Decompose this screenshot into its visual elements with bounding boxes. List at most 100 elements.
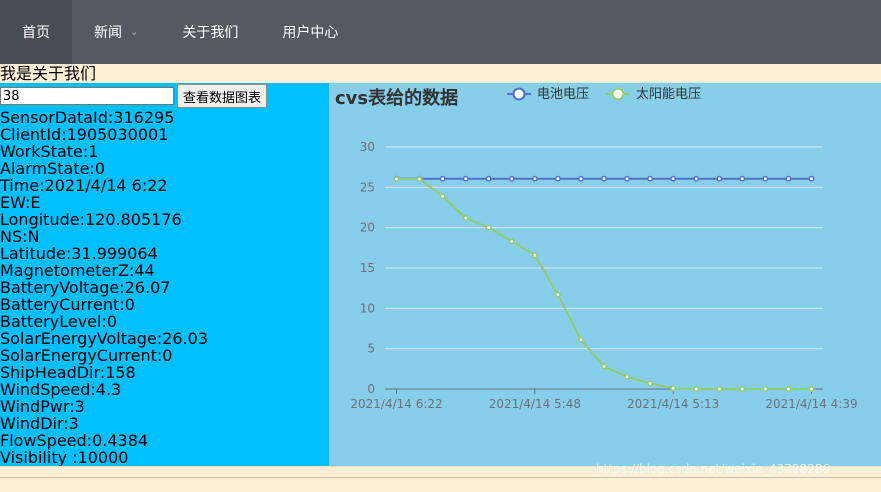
legend-marker: [611, 87, 625, 101]
series-0: [393, 175, 815, 182]
field-row: FlowSpeed:0.4384: [0, 431, 149, 450]
data-point[interactable]: [554, 291, 561, 298]
y-tick-label: 15: [360, 261, 375, 275]
y-tick-label: 10: [360, 301, 375, 315]
top-navbar: 首页 新闻 ⌄ 关于我们 用户中心: [0, 0, 881, 64]
y-tick-label: 30: [360, 140, 375, 154]
data-point[interactable]: [624, 175, 631, 182]
data-point[interactable]: [485, 175, 492, 182]
field-row: ClientId:1905030001: [0, 125, 169, 144]
data-point[interactable]: [716, 386, 723, 392]
data-point[interactable]: [762, 386, 769, 392]
nav-item-home[interactable]: 首页: [0, 0, 72, 64]
sensor-data-panel: 查看数据图表 SensorDataId:316295ClientId:19050…: [0, 83, 329, 466]
data-point[interactable]: [716, 175, 723, 182]
field-row: SolarEnergyVoltage:26.03: [0, 329, 208, 348]
data-point[interactable]: [485, 224, 492, 231]
query-input[interactable]: [0, 87, 174, 105]
x-tick-label: 2021/4/14 4:39: [765, 397, 857, 411]
legend-marker: [512, 87, 526, 101]
legend-layer: 电池电压 太阳能电压: [507, 87, 701, 102]
nav-item-label: 用户中心: [282, 25, 339, 41]
line-chart: 0 5 10 15 20 25 30 2021/4/14 6:22 2021/4/14 5:4…: [335, 87, 858, 411]
data-point[interactable]: [808, 175, 815, 182]
data-point[interactable]: [439, 193, 446, 200]
chart-title: cvs表给的数据: [335, 87, 458, 109]
about-text: 我是关于我们: [0, 64, 97, 83]
field-row: NS:N: [0, 227, 40, 246]
data-point[interactable]: [693, 175, 700, 182]
field-row: WindPwr:3: [0, 397, 85, 416]
series-line: [396, 178, 812, 390]
data-point[interactable]: [785, 175, 792, 182]
y-tick-label: 0: [367, 382, 375, 396]
data-point[interactable]: [739, 175, 746, 182]
field-row: WorkState:1: [0, 142, 99, 161]
data-point[interactable]: [508, 175, 515, 182]
nav-item-news[interactable]: 新闻 ⌄: [72, 0, 160, 64]
field-row: BatteryVoltage:26.07: [0, 278, 171, 297]
data-point[interactable]: [462, 215, 469, 221]
field-row: ShipHeadDir:158: [0, 363, 136, 382]
data-point[interactable]: [439, 175, 446, 182]
data-point[interactable]: [647, 175, 654, 182]
field-row: SolarEnergyCurrent:0: [0, 346, 173, 365]
series-1: [393, 176, 815, 392]
field-row: Latitude:31.999064: [0, 244, 158, 263]
data-point[interactable]: [531, 175, 538, 182]
field-row: MagnetometerZ:44: [0, 261, 155, 280]
nav-item-user-center[interactable]: 用户中心: [260, 0, 360, 64]
data-point[interactable]: [416, 176, 423, 182]
data-point[interactable]: [693, 386, 700, 392]
data-point[interactable]: [739, 386, 746, 392]
legend-item-1[interactable]: 太阳能电压: [606, 87, 701, 102]
axis-layer: 2021/4/14 6:22 2021/4/14 5:48 2021/4/14 5:…: [350, 388, 858, 411]
field-row: BatteryLevel:0: [0, 312, 118, 331]
data-point[interactable]: [808, 386, 815, 392]
field-row: BatteryCurrent:0: [0, 295, 135, 314]
data-point[interactable]: [601, 175, 607, 182]
data-point[interactable]: [531, 252, 538, 259]
view-chart-button[interactable]: 查看数据图表: [177, 84, 268, 108]
field-row: Longitude:120.805176: [0, 210, 182, 229]
nav-item-label: 新闻: [94, 25, 122, 41]
bottom-divider: [0, 477, 881, 478]
x-tick-label: 2021/4/14 6:22: [350, 397, 442, 411]
field-row: SensorDataId:316295: [0, 108, 175, 127]
y-tick-label: 5: [367, 342, 375, 356]
data-point[interactable]: [785, 386, 792, 392]
field-list: SensorDataId:316295 ClientId:1905030001 Wo…: [0, 109, 329, 466]
data-point[interactable]: [670, 175, 677, 182]
chevron-down-icon: ⌄: [130, 26, 139, 38]
data-point[interactable]: [508, 238, 515, 245]
nav-item-about[interactable]: 关于我们: [160, 0, 260, 64]
data-point[interactable]: [647, 380, 654, 387]
field-row: WindSpeed:4.3: [0, 380, 122, 399]
data-point[interactable]: [554, 175, 561, 182]
chart-panel: 0 5 10 15 20 25 30 2021/4/14 6:22 2021/4/14 5:4…: [329, 83, 881, 466]
field-row: EW:E: [0, 193, 41, 212]
field-row: AlarmState:0: [0, 159, 105, 178]
field-row: WindDir:3: [0, 414, 79, 433]
data-point[interactable]: [670, 385, 677, 392]
y-tick-label: 20: [360, 221, 375, 235]
nav-item-label: 关于我们: [182, 25, 239, 41]
legend-label: 太阳能电压: [636, 87, 701, 102]
data-point[interactable]: [624, 373, 631, 380]
data-point[interactable]: [462, 175, 469, 182]
data-point[interactable]: [601, 363, 607, 370]
data-point[interactable]: [577, 175, 584, 182]
query-row: 查看数据图表: [0, 83, 329, 109]
data-point[interactable]: [762, 175, 769, 182]
nav-item-label: 首页: [22, 25, 50, 41]
y-tick-label: 25: [360, 180, 375, 194]
series-layer: [393, 175, 815, 392]
data-point[interactable]: [393, 176, 400, 182]
field-row: Visibility :10000: [0, 448, 129, 466]
data-point[interactable]: [577, 336, 584, 343]
legend-label: 电池电压: [537, 87, 589, 102]
legend-item-0[interactable]: 电池电压: [507, 87, 589, 102]
x-tick-label: 2021/4/14 5:48: [489, 397, 581, 411]
field-row: Time:2021/4/14 6:22: [0, 176, 168, 195]
x-tick-label: 2021/4/14 5:13: [627, 397, 719, 411]
